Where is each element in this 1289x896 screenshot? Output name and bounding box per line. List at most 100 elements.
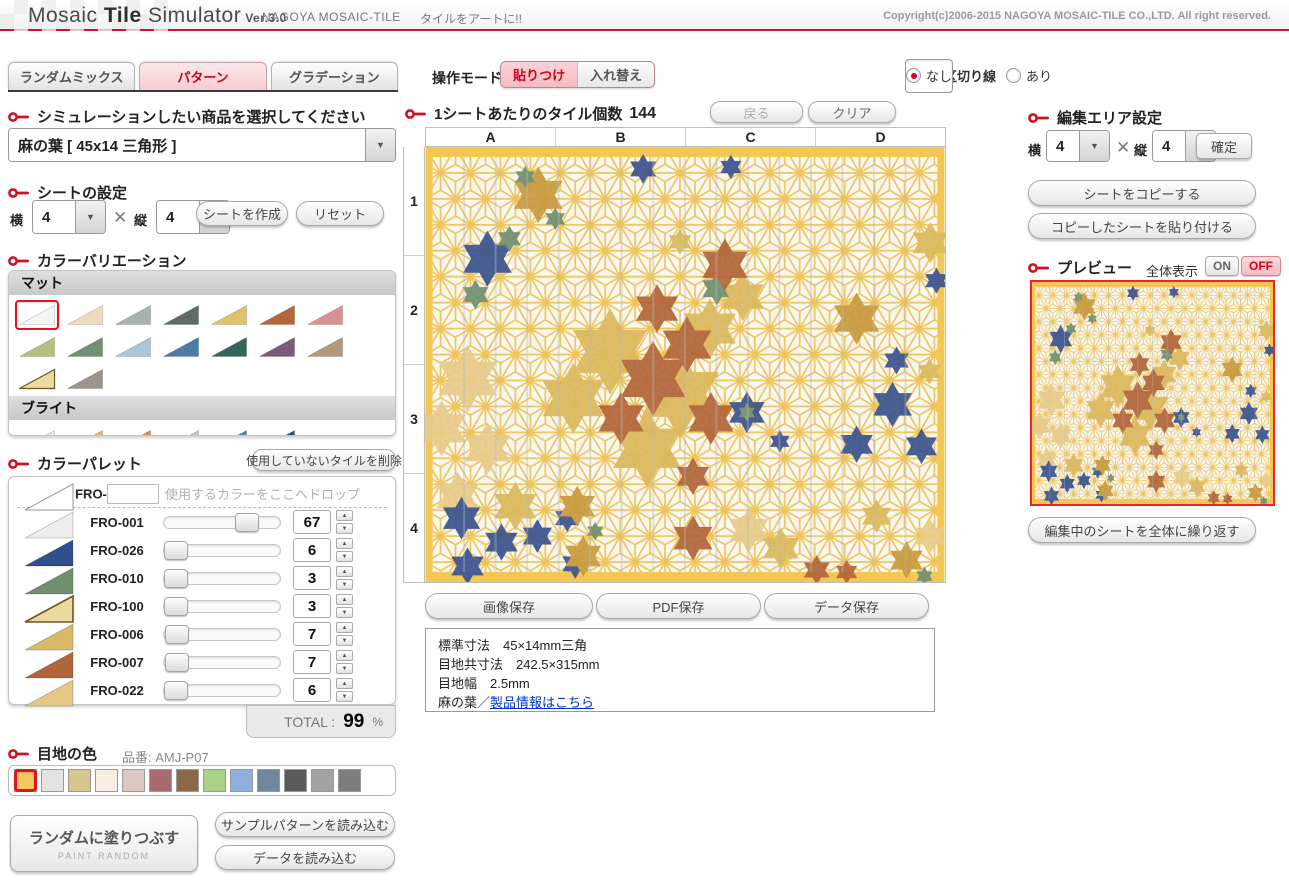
product-select[interactable]: 麻の葉 [ 45x14 三角形 ] ▼ xyxy=(8,128,396,162)
grout-swatch[interactable] xyxy=(338,769,361,792)
variation-swatch[interactable] xyxy=(15,332,59,362)
step-down-icon[interactable]: ▼ xyxy=(336,607,353,618)
preview-canvas[interactable] xyxy=(1030,280,1275,506)
ratio-value-input[interactable] xyxy=(293,510,331,534)
variation-swatch[interactable] xyxy=(159,332,203,362)
grout-swatch[interactable] xyxy=(68,769,91,792)
tile-swatch[interactable] xyxy=(23,566,75,590)
tile-swatch[interactable] xyxy=(23,538,75,562)
chevron-down-icon[interactable]: ▼ xyxy=(75,201,105,233)
slider-thumb[interactable] xyxy=(164,541,188,560)
slider-thumb[interactable] xyxy=(165,653,189,672)
mosaic-canvas[interactable] xyxy=(425,147,946,583)
repeat-sheet-button[interactable]: 編集中のシートを全体に繰り返す xyxy=(1028,517,1256,543)
variation-swatch[interactable] xyxy=(159,425,203,436)
step-down-icon[interactable]: ▼ xyxy=(336,551,353,562)
step-down-icon[interactable]: ▼ xyxy=(336,663,353,674)
grout-swatch[interactable] xyxy=(41,769,64,792)
tile-code-input[interactable] xyxy=(107,484,159,504)
save-pdf-button[interactable]: PDF保存 xyxy=(596,593,761,619)
product-info-link[interactable]: 製品情報はこちら xyxy=(490,695,594,710)
step-down-icon[interactable]: ▼ xyxy=(336,635,353,646)
create-sheet-button[interactable]: シートを作成 xyxy=(196,201,288,226)
step-down-icon[interactable]: ▼ xyxy=(336,579,353,590)
grout-swatch[interactable] xyxy=(14,769,37,792)
opmode-option-0[interactable]: 貼りつけ xyxy=(501,62,577,87)
fullview-off-button[interactable]: OFF xyxy=(1241,256,1281,276)
divider-radio-1[interactable]: なし xyxy=(905,59,953,93)
tab-0[interactable]: ランダムミックス xyxy=(8,62,135,90)
variation-swatch[interactable] xyxy=(159,300,203,330)
step-up-icon[interactable]: ▲ xyxy=(336,678,353,689)
grout-swatch[interactable] xyxy=(149,769,172,792)
tab-2[interactable]: グラデーション xyxy=(271,62,398,90)
variation-swatch[interactable] xyxy=(111,332,155,362)
grout-swatch[interactable] xyxy=(257,769,280,792)
grout-swatch[interactable] xyxy=(203,769,226,792)
grout-swatch[interactable] xyxy=(95,769,118,792)
tab-1[interactable]: パターン xyxy=(139,62,266,90)
ratio-slider[interactable] xyxy=(163,544,281,557)
load-data-button[interactable]: データを読み込む xyxy=(215,845,395,870)
ratio-value-input[interactable] xyxy=(293,678,331,702)
step-down-icon[interactable]: ▼ xyxy=(336,691,353,702)
variation-swatch[interactable] xyxy=(207,300,251,330)
tile-swatch[interactable] xyxy=(23,678,75,702)
variation-swatch[interactable] xyxy=(303,300,347,330)
grout-swatch[interactable] xyxy=(230,769,253,792)
variation-swatch[interactable] xyxy=(15,300,59,330)
ratio-slider[interactable] xyxy=(163,572,281,585)
ratio-value-input[interactable] xyxy=(293,622,331,646)
ratio-value-input[interactable] xyxy=(293,650,331,674)
variation-swatch[interactable] xyxy=(207,425,251,436)
ratio-slider[interactable] xyxy=(163,684,281,697)
tile-swatch[interactable] xyxy=(23,510,75,534)
step-down-icon[interactable]: ▼ xyxy=(336,523,353,534)
step-up-icon[interactable]: ▲ xyxy=(336,566,353,577)
step-up-icon[interactable]: ▲ xyxy=(336,622,353,633)
variation-swatch[interactable] xyxy=(15,425,59,436)
paint-random-button[interactable]: ランダムに塗りつぶす PAINT RANDOM xyxy=(10,815,198,872)
variation-swatch[interactable] xyxy=(63,300,107,330)
delete-unused-tiles-button[interactable]: 使用していないタイルを削除 xyxy=(252,449,396,471)
ratio-value-input[interactable] xyxy=(293,594,331,618)
slider-thumb[interactable] xyxy=(235,513,259,532)
chevron-down-icon[interactable]: ▼ xyxy=(1079,131,1109,161)
edit-h-select[interactable]: 4 ▼ xyxy=(1046,130,1110,162)
fullview-on-button[interactable]: ON xyxy=(1205,256,1239,276)
variation-swatch[interactable] xyxy=(15,364,59,394)
ratio-value-input[interactable] xyxy=(293,566,331,590)
variation-swatch[interactable] xyxy=(111,425,155,436)
clear-button[interactable]: クリア xyxy=(808,101,896,123)
variation-swatch[interactable] xyxy=(255,425,299,436)
ratio-slider[interactable] xyxy=(163,600,281,613)
slider-thumb[interactable] xyxy=(165,625,189,644)
ratio-value-input[interactable] xyxy=(293,538,331,562)
variation-swatch[interactable] xyxy=(255,332,299,362)
slider-thumb[interactable] xyxy=(164,597,188,616)
ratio-slider[interactable] xyxy=(163,656,281,669)
load-sample-pattern-button[interactable]: サンプルパターンを読み込む xyxy=(215,812,395,837)
tile-swatch[interactable] xyxy=(23,622,75,646)
step-up-icon[interactable]: ▲ xyxy=(336,510,353,521)
opmode-option-1[interactable]: 入れ替え xyxy=(577,62,654,87)
reset-button[interactable]: リセット xyxy=(296,201,384,226)
ratio-slider[interactable] xyxy=(163,516,281,529)
back-button[interactable]: 戻る xyxy=(710,101,803,123)
grout-swatch[interactable] xyxy=(311,769,334,792)
paste-sheet-button[interactable]: コピーしたシートを貼り付ける xyxy=(1028,213,1256,239)
step-up-icon[interactable]: ▲ xyxy=(336,650,353,661)
grout-swatch[interactable] xyxy=(284,769,307,792)
variation-swatch[interactable] xyxy=(63,332,107,362)
variation-swatch[interactable] xyxy=(63,364,107,394)
save-image-button[interactable]: 画像保存 xyxy=(425,593,593,619)
step-up-icon[interactable]: ▲ xyxy=(336,538,353,549)
slider-thumb[interactable] xyxy=(164,569,188,588)
variation-swatch[interactable] xyxy=(207,332,251,362)
confirm-button[interactable]: 確定 xyxy=(1196,133,1252,159)
variation-swatch[interactable] xyxy=(63,425,107,436)
variation-swatch[interactable] xyxy=(255,300,299,330)
slider-thumb[interactable] xyxy=(164,681,188,700)
ratio-slider[interactable] xyxy=(163,628,281,641)
variation-swatch[interactable] xyxy=(111,300,155,330)
